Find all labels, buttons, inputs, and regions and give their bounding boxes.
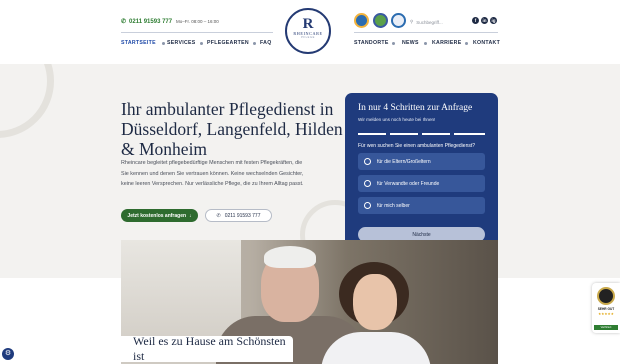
arrow-down-icon: ↓ [189,212,192,219]
logo-tagline: PFLEGE [301,36,315,39]
quality-badge-2-icon [373,13,388,28]
search-placeholder: Suchbegriff... [416,19,443,25]
logo-monogram: R [302,16,314,32]
quality-badge-1-icon [354,13,369,28]
linkedin-icon[interactable]: in [481,17,488,24]
nav-faq[interactable]: FAQ [260,40,272,46]
phone-icon: ✆ [121,19,127,25]
option-relatives[interactable]: für Verwandte oder Freunde [358,175,485,192]
nav-pflegearten[interactable]: PFLEGEARTEN [207,40,249,46]
form-title: In nur 4 Schritten zur Anfrage [358,103,473,113]
facebook-icon[interactable]: f [472,17,479,24]
nav-startseite[interactable]: STARTSEITE [121,40,156,46]
request-button[interactable]: Jetzt kostenlos anfragen ↓ [121,209,198,222]
opening-hours: Mo–Fr. 08:00 – 16:00 [176,19,219,24]
section-caption: Weil es zu Hause am Schönsten ist [121,334,293,363]
nav-separator [200,42,203,45]
phone-icon: ✆ [216,212,221,219]
radio-icon [364,180,371,187]
option-self[interactable]: für mich selber [358,197,485,214]
inquiry-form: In nur 4 Schritten zur Anfrage Wir melde… [345,93,498,256]
option-label: für Verwandte oder Freunde [377,180,440,187]
header-phone-number: 0211 91593 777 [129,18,173,25]
progress-step [390,133,418,135]
option-parents[interactable]: für die Eltern/Großeltern [358,153,485,170]
call-button[interactable]: ✆ 0211 91593 777 [205,209,272,222]
site-header: ✆ 0211 91593 777 Mo–Fr. 08:00 – 16:00 ST… [0,0,620,64]
nav-kontakt[interactable]: KONTAKT [473,40,500,46]
form-callback-note: Wir melden uns noch heute bei Ihnen! [358,117,436,122]
cookie-settings-icon[interactable]: ⚙ [2,348,14,360]
nav-news[interactable]: NEWS [402,40,419,46]
rating-seal[interactable]: SEHR GUT ★★★★★ Verifiziert [592,283,620,333]
option-label: für mich selber [377,202,410,209]
search-icon: ⚲ [410,19,414,24]
hero-headline: Ihr ambulanter Pflegedienst in Düsseldor… [121,99,343,159]
instagram-icon[interactable]: ig [490,17,497,24]
radio-icon [364,202,371,209]
photo-elderly-man-hair [264,246,316,268]
seal-medal-icon [597,287,615,305]
nav-separator [392,42,395,45]
header-divider-left [121,32,273,33]
nav-separator [424,42,427,45]
progress-step [454,133,485,135]
hero-intro: Rheincare begleitet pflegebedürftige Men… [121,160,304,187]
header-divider-right [354,32,498,33]
seal-label: SEHR GUT [597,307,615,311]
nav-separator [253,42,256,45]
seal-stars: ★★★★★ [598,312,614,316]
nav-separator [162,42,165,45]
request-button-label: Jetzt kostenlos anfragen [127,212,187,219]
decorative-arc [0,64,54,138]
photo-caregiver-face [353,274,397,330]
rheincare-logo[interactable]: R RHEINCARE PFLEGE [285,8,331,54]
radio-icon [364,158,371,165]
nav-separator [465,42,468,45]
form-question: Für wen suchen Sie einen ambulanten Pfle… [358,143,476,149]
search-field[interactable]: ⚲ Suchbegriff... [410,19,443,25]
seal-band: Verifiziert [594,325,618,330]
option-label: für die Eltern/Großeltern [377,158,431,165]
call-button-label: 0211 91593 777 [224,212,261,219]
header-phone[interactable]: ✆ 0211 91593 777 [121,18,173,26]
nav-standorte[interactable]: STANDORTE [354,40,389,46]
quality-badge-3-icon [391,13,406,28]
progress-step [358,133,386,135]
nav-karriere[interactable]: KARRIERE [432,40,462,46]
progress-step [422,133,450,135]
nav-services[interactable]: SERVICES [167,40,196,46]
